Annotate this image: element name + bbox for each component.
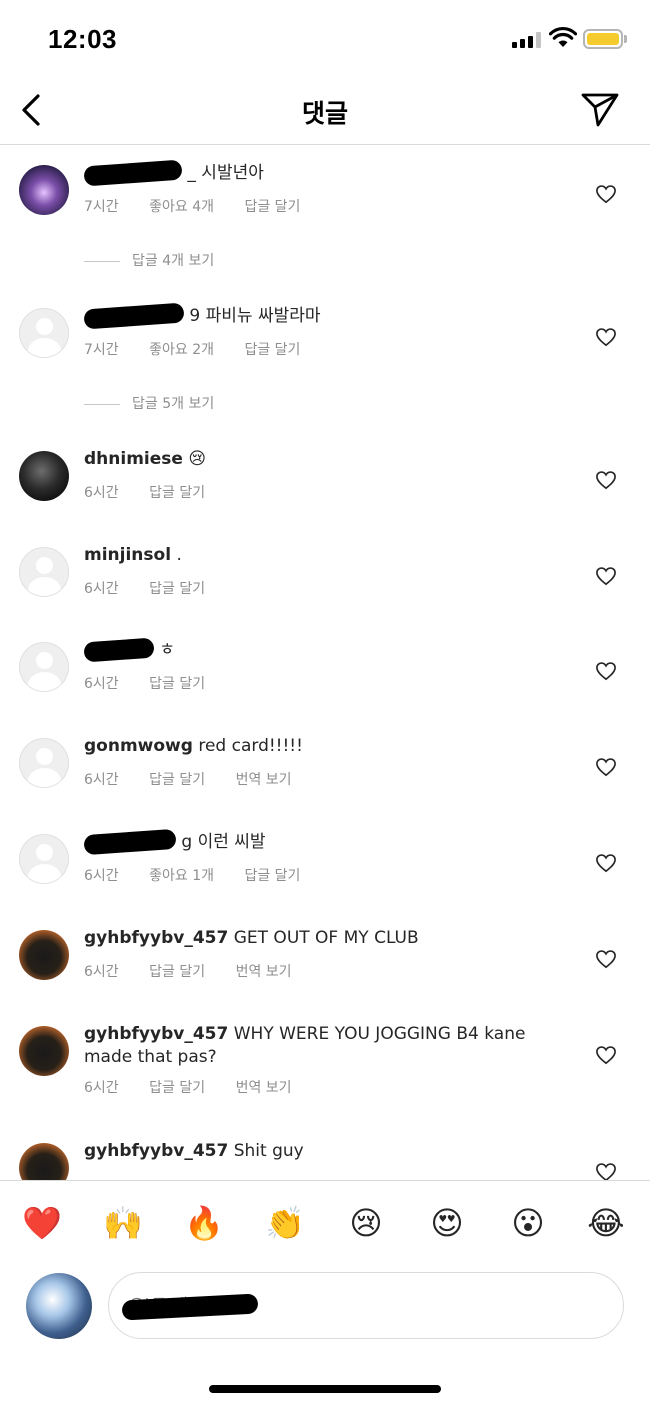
comment-time: 6시간 — [84, 868, 119, 884]
home-indicator[interactable] — [209, 1385, 441, 1393]
battery-tip — [624, 35, 627, 43]
battery-icon — [583, 29, 623, 49]
avatar[interactable] — [19, 834, 69, 884]
heart-outline-icon[interactable] — [595, 853, 617, 873]
wifi-icon — [549, 26, 577, 47]
redacted-username — [83, 302, 185, 330]
cellular-signal-icon — [512, 32, 542, 48]
heart-outline-icon[interactable] — [595, 661, 617, 681]
avatar[interactable] — [19, 547, 69, 597]
heart-outline-icon[interactable] — [595, 470, 617, 490]
reply-button[interactable]: 답글 달기 — [149, 482, 205, 502]
avatar[interactable] — [19, 1026, 69, 1076]
emoji-heart-eyes-button[interactable]: 😍 — [427, 1203, 467, 1243]
view-replies-button[interactable]: 답글 5개 보기 — [84, 393, 214, 413]
comment-text: 9 파비뉴 싸발라마 — [189, 306, 321, 326]
like-count[interactable]: 좋아요 2개 — [149, 339, 214, 359]
divider-line — [84, 403, 120, 405]
heart-outline-icon[interactable] — [595, 949, 617, 969]
redacted-username — [83, 637, 155, 663]
comment-time: 6시간 — [84, 964, 119, 980]
emoji-raised-hands-button[interactable]: 🙌 — [103, 1203, 143, 1243]
emoji-surprised-button[interactable]: 😮 — [508, 1203, 548, 1243]
like-count[interactable]: 좋아요 4개 — [149, 196, 214, 216]
comment-username[interactable]: minjinsol — [84, 545, 171, 565]
redacted-username — [83, 159, 183, 187]
comment-username[interactable]: gyhbfyybv_457 — [84, 1024, 228, 1044]
reply-button[interactable]: 답글 달기 — [244, 865, 300, 885]
avatar[interactable] — [19, 308, 69, 358]
comment-time: 6시간 — [84, 1080, 119, 1096]
emoji-laughing-button[interactable]: 😂 — [586, 1203, 626, 1243]
comment-time: 6시간 — [84, 485, 119, 501]
comment-text: . — [176, 545, 182, 565]
comment-time: 6시간 — [84, 581, 119, 597]
comment-username[interactable]: gyhbfyybv_457 — [84, 928, 228, 948]
avatar[interactable] — [19, 642, 69, 692]
reply-button[interactable]: 답글 달기 — [149, 769, 205, 789]
reply-button[interactable]: 답글 달기 — [149, 578, 205, 598]
translate-button[interactable]: 번역 보기 — [236, 769, 292, 789]
reply-button[interactable]: 답글 달기 — [244, 339, 300, 359]
reply-button[interactable]: 답글 달기 — [149, 961, 205, 981]
redacted-username — [83, 828, 177, 856]
heart-outline-icon[interactable] — [595, 184, 617, 204]
status-time: 12:03 — [48, 24, 117, 54]
avatar[interactable] — [19, 930, 69, 980]
comment-time: 7시간 — [84, 342, 119, 358]
avatar[interactable] — [19, 738, 69, 788]
comment-text: GET OUT OF MY CLUB — [233, 928, 419, 948]
heart-outline-icon[interactable] — [595, 1045, 617, 1065]
emoji-heart-button[interactable]: ❤️ — [22, 1203, 62, 1243]
reply-button[interactable]: 답글 달기 — [149, 673, 205, 693]
emoji-bar: ❤️ 🙌 🔥 👏 😢 😍 😮 😂 — [0, 1180, 650, 1264]
comment-time: 6시간 — [84, 772, 119, 788]
comment-time: 7시간 — [84, 199, 119, 215]
like-count[interactable]: 좋아요 1개 — [149, 865, 214, 885]
emoji-fire-button[interactable]: 🔥 — [184, 1203, 224, 1243]
avatar[interactable] — [19, 1143, 69, 1180]
reply-button[interactable]: 답글 달기 — [244, 196, 300, 216]
comment-username[interactable]: gonmwowg — [84, 736, 193, 756]
comment-time: 6시간 — [84, 676, 119, 692]
heart-outline-icon[interactable] — [595, 1162, 617, 1180]
translate-button[interactable]: 번역 보기 — [236, 961, 292, 981]
comment-text: _ 시발년아 — [187, 163, 264, 183]
avatar[interactable] — [19, 165, 69, 215]
page-title: 댓글 — [301, 99, 348, 128]
comment-username[interactable]: gyhbfyybv_457 — [84, 1141, 228, 1161]
header-bar: 댓글 — [0, 78, 650, 145]
comment-username[interactable]: dhnimiese — [84, 449, 183, 469]
avatar[interactable] — [19, 451, 69, 501]
send-icon[interactable] — [580, 90, 620, 130]
view-replies-button[interactable]: 답글 4개 보기 — [84, 250, 214, 270]
comment-text: Shit guy — [233, 1141, 304, 1161]
heart-outline-icon[interactable] — [595, 757, 617, 777]
heart-outline-icon[interactable] — [595, 566, 617, 586]
reply-button[interactable]: 답글 달기 — [149, 1077, 205, 1097]
translate-button[interactable]: 번역 보기 — [236, 1077, 292, 1097]
heart-outline-icon[interactable] — [595, 327, 617, 347]
comment-text: g 이런 씨발 — [181, 832, 266, 852]
status-bar: 12:03 — [0, 0, 650, 78]
comment-composer — [0, 1264, 650, 1354]
my-avatar — [26, 1273, 92, 1339]
comment-text: ㅎ — [159, 640, 176, 660]
comment-text: 😢 — [188, 449, 207, 469]
emoji-clap-button[interactable]: 👏 — [265, 1203, 305, 1243]
emoji-crying-button[interactable]: 😢 — [346, 1203, 386, 1243]
comment-text: red card!!!!! — [198, 736, 303, 756]
divider-line — [84, 260, 120, 262]
comment-list[interactable]: _ 시발년아 7시간 좋아요 4개 답글 달기 답글 4개 보기 9 파비뉴 싸… — [0, 146, 650, 1180]
